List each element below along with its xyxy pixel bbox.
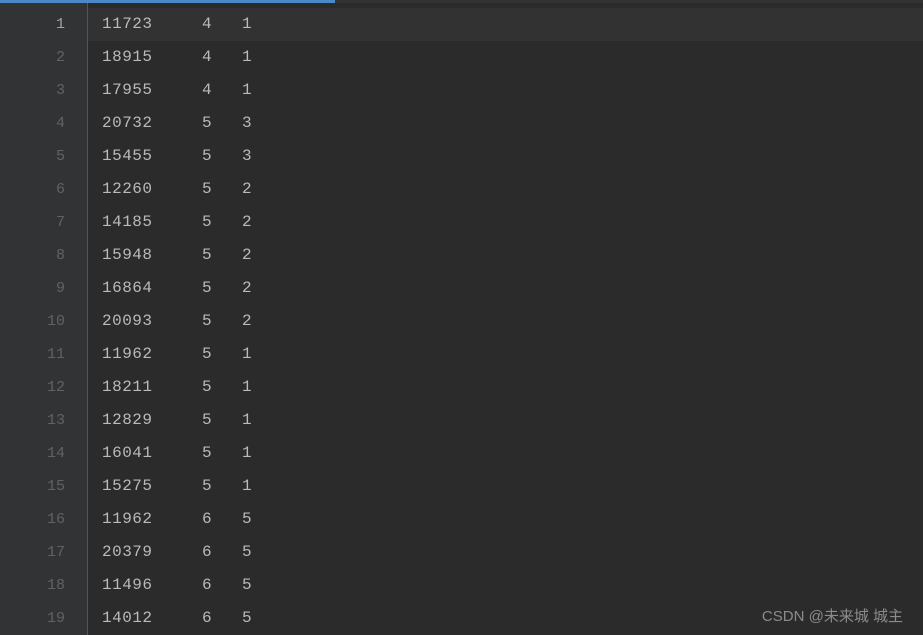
data-col-2: 5 [202, 338, 242, 371]
data-col-3: 2 [242, 206, 252, 239]
data-col-2: 4 [202, 8, 242, 41]
line-number[interactable]: 10 [0, 305, 87, 338]
data-col-2: 6 [202, 503, 242, 536]
data-col-1: 17955 [102, 74, 202, 107]
line-number[interactable]: 15 [0, 470, 87, 503]
line-number[interactable]: 13 [0, 404, 87, 437]
data-col-3: 1 [242, 41, 252, 74]
data-col-1: 11962 [102, 503, 202, 536]
data-col-2: 6 [202, 602, 242, 635]
watermark-text: CSDN @未来城 城主 [762, 605, 903, 626]
line-number[interactable]: 7 [0, 206, 87, 239]
data-col-3: 2 [242, 272, 252, 305]
code-line[interactable]: 1527551 [102, 470, 923, 503]
data-col-1: 16041 [102, 437, 202, 470]
line-number[interactable]: 1 [0, 8, 87, 41]
code-line[interactable]: 1196265 [102, 503, 923, 536]
line-number[interactable]: 18 [0, 569, 87, 602]
code-line[interactable]: 1282951 [102, 404, 923, 437]
code-line[interactable]: 1795541 [102, 74, 923, 107]
line-number-gutter: 12345678910111213141516171819 [0, 3, 88, 635]
line-number[interactable]: 17 [0, 536, 87, 569]
data-col-2: 5 [202, 470, 242, 503]
data-col-2: 6 [202, 569, 242, 602]
data-col-3: 1 [242, 437, 252, 470]
data-col-3: 2 [242, 239, 252, 272]
data-col-1: 11962 [102, 338, 202, 371]
editor-container: 12345678910111213141516171819 1172341189… [0, 0, 923, 634]
data-col-2: 5 [202, 206, 242, 239]
editor-body: 12345678910111213141516171819 1172341189… [0, 3, 923, 635]
data-col-3: 5 [242, 569, 252, 602]
data-col-3: 1 [242, 338, 252, 371]
data-col-1: 15455 [102, 140, 202, 173]
code-line[interactable]: 2073253 [102, 107, 923, 140]
line-number[interactable]: 6 [0, 173, 87, 206]
data-col-1: 14012 [102, 602, 202, 635]
line-number[interactable]: 3 [0, 74, 87, 107]
code-line[interactable]: 1604151 [102, 437, 923, 470]
code-line[interactable]: 1594852 [102, 239, 923, 272]
data-col-3: 2 [242, 305, 252, 338]
data-col-2: 5 [202, 140, 242, 173]
data-col-3: 5 [242, 536, 252, 569]
data-col-1: 15948 [102, 239, 202, 272]
data-col-3: 1 [242, 74, 252, 107]
code-line[interactable]: 1418552 [102, 206, 923, 239]
line-number[interactable]: 11 [0, 338, 87, 371]
data-col-2: 5 [202, 173, 242, 206]
data-col-2: 5 [202, 404, 242, 437]
code-line[interactable]: 1172341 [88, 8, 923, 41]
line-number[interactable]: 14 [0, 437, 87, 470]
data-col-3: 5 [242, 503, 252, 536]
data-col-3: 3 [242, 140, 252, 173]
data-col-3: 1 [242, 8, 252, 41]
data-col-2: 4 [202, 41, 242, 74]
line-number[interactable]: 8 [0, 239, 87, 272]
line-number[interactable]: 9 [0, 272, 87, 305]
data-col-2: 5 [202, 239, 242, 272]
code-line[interactable]: 1686452 [102, 272, 923, 305]
data-col-3: 1 [242, 404, 252, 437]
data-col-1: 11496 [102, 569, 202, 602]
data-col-1: 20093 [102, 305, 202, 338]
line-number[interactable]: 5 [0, 140, 87, 173]
code-line[interactable]: 1149665 [102, 569, 923, 602]
data-col-1: 18211 [102, 371, 202, 404]
data-col-1: 12829 [102, 404, 202, 437]
data-col-1: 20732 [102, 107, 202, 140]
line-number[interactable]: 12 [0, 371, 87, 404]
data-col-2: 5 [202, 305, 242, 338]
code-line[interactable]: 2009352 [102, 305, 923, 338]
line-number[interactable]: 16 [0, 503, 87, 536]
line-number[interactable]: 19 [0, 602, 87, 635]
data-col-1: 20379 [102, 536, 202, 569]
code-line[interactable]: 1891541 [102, 41, 923, 74]
data-col-1: 15275 [102, 470, 202, 503]
data-col-3: 3 [242, 107, 252, 140]
data-col-1: 11723 [102, 8, 202, 41]
data-col-3: 1 [242, 470, 252, 503]
data-col-3: 1 [242, 371, 252, 404]
data-col-1: 12260 [102, 173, 202, 206]
data-col-3: 5 [242, 602, 252, 635]
data-col-1: 16864 [102, 272, 202, 305]
data-col-2: 6 [202, 536, 242, 569]
code-line[interactable]: 1226052 [102, 173, 923, 206]
data-col-2: 5 [202, 107, 242, 140]
data-col-3: 2 [242, 173, 252, 206]
data-col-2: 5 [202, 272, 242, 305]
code-line[interactable]: 1821151 [102, 371, 923, 404]
code-line[interactable]: 1196251 [102, 338, 923, 371]
code-content-area[interactable]: 1172341189154117955412073253154555312260… [88, 3, 923, 635]
line-number[interactable]: 2 [0, 41, 87, 74]
data-col-2: 4 [202, 74, 242, 107]
data-col-1: 14185 [102, 206, 202, 239]
data-col-2: 5 [202, 437, 242, 470]
data-col-2: 5 [202, 371, 242, 404]
code-line[interactable]: 2037965 [102, 536, 923, 569]
data-col-1: 18915 [102, 41, 202, 74]
line-number[interactable]: 4 [0, 107, 87, 140]
code-line[interactable]: 1545553 [102, 140, 923, 173]
